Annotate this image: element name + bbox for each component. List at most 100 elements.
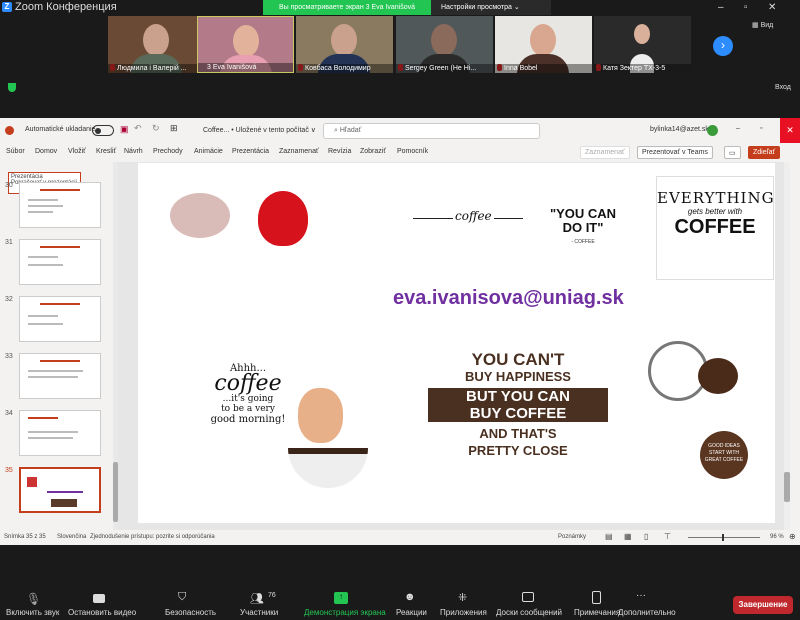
language[interactable]: Slovenčina [57,534,86,540]
more-icon[interactable]: ··· [636,590,646,601]
everything-text: EVERYTHING [657,189,775,207]
comments-icon[interactable]: ▭ [724,146,741,159]
maximize-icon[interactable]: ▫ [744,2,748,13]
fit-slide-icon[interactable]: ⊕ [789,532,796,541]
end-meeting-button[interactable]: Завершение [733,596,793,614]
share-button[interactable]: Zdieľať [748,146,781,159]
participant-name: Людмила і Валерій ... [108,64,205,73]
slide-thumbnail[interactable] [19,296,101,342]
slide-thumbnail[interactable] [19,353,101,399]
slide-count: Snímka 35 z 35 [4,534,46,540]
participant-tile[interactable]: Sergey Green (Не Hi... [396,16,493,73]
view-button[interactable]: ▦ Вид [752,21,773,29]
slide: coffee "YOU CAN DO IT" - COFFEE EVERYTHI… [138,163,775,523]
mic-button[interactable]: Включить звук [6,608,59,617]
ahhh-coffee-text: Ahhh... coffee ...it's going to be a ver… [203,363,293,425]
more-button[interactable]: Дополнительно [618,608,676,617]
slide-thumbnails: PrezentáciaPokračovať v prezentácii 30 3… [0,162,118,530]
participant-tile[interactable]: Людмила і Валерій ... [108,16,205,73]
participant-tile[interactable]: Катя Зектер ТХ-3-5 [594,16,691,73]
tab-record[interactable]: Zaznamenať [279,148,319,155]
zoom-slider[interactable] [688,534,760,541]
coffee-cup-illustration [288,448,368,488]
share-screen-button[interactable]: Демонстрация экрана [304,608,386,617]
share-screen-icon[interactable]: ↑ [334,592,348,604]
coffee-heartbeat-text: coffee [453,209,494,223]
apps-icon[interactable]: ⁜ [458,591,467,604]
slide-sorter-icon[interactable]: ▦ [624,532,632,541]
present-icon[interactable]: ⊞ [170,123,178,134]
notes-button[interactable]: Примечания [574,608,620,617]
everything-coffee-image: EVERYTHING gets better with COFFEE [656,176,774,280]
enter-button[interactable]: Вход [775,84,791,91]
mic-muted-icon[interactable]: 🎙︎ [26,592,41,606]
restore-icon[interactable]: ▫ [760,125,762,132]
powerpoint-window: Automatické ukladanie ▣ ↶ ↻ ⊞ Coffee... … [0,118,800,545]
tab-review[interactable]: Revízia [328,148,351,155]
video-camera-icon[interactable] [93,594,105,603]
minimize-icon[interactable]: – [718,2,724,13]
close-icon[interactable]: ✕ [768,2,776,13]
normal-view-icon[interactable]: ▤ [605,532,613,541]
participant-tile[interactable]: Inna Bobel [495,16,592,73]
reading-view-icon[interactable]: ▯ [644,532,648,541]
shield-icon[interactable] [8,83,16,92]
whiteboards-button[interactable]: Доски сообщений [496,608,562,617]
tab-slideshow[interactable]: Prezentácia [232,148,269,155]
slide-thumbnail[interactable] [19,239,101,285]
present-teams-button[interactable]: Prezentovať v Teams [637,146,713,159]
participant-name: Inna Bobel [495,64,592,73]
search-input[interactable]: ⌕ Hľadať [323,123,540,139]
participants-button[interactable]: Участники [240,608,278,617]
slideshow-view-icon[interactable]: ⊤ [664,532,671,541]
tab-animations[interactable]: Animácie [194,148,223,155]
accessibility-status[interactable]: Zjednodušenie prístupu: pozrite si odpor… [90,534,215,540]
redo-icon[interactable]: ↻ [152,123,160,134]
view-label: Вид [760,22,774,29]
video-button[interactable]: Остановить видео [68,608,136,617]
next-page-button[interactable]: › [713,36,733,56]
tab-home[interactable]: Domov [35,148,57,155]
autosave-toggle[interactable] [92,125,114,136]
account-email[interactable]: bylinka14@azet.sk [650,126,709,133]
tab-view[interactable]: Zobraziť [360,148,386,155]
tab-transitions[interactable]: Prechody [153,148,183,155]
canvas-scrollbar[interactable] [784,162,790,530]
tab-help[interactable]: Pomocník [397,148,428,155]
participant-tile[interactable]: 3 Eva Ivanišová [197,16,294,73]
email-text[interactable]: eva.ivanisova@uniag.sk [393,287,624,310]
apps-button[interactable]: Приложения [440,608,487,617]
participant-name: Ковбаса Володимир [296,64,393,73]
quote-line: AND THAT'S [479,426,557,441]
view-options-button[interactable]: Настройки просмотра ⌄ [431,0,551,15]
avatar[interactable] [707,125,718,136]
slide-thumbnail-active[interactable] [19,467,101,513]
brain-illustration [170,193,230,238]
autosave-label: Automatické ukladanie [25,126,96,133]
record-button[interactable]: Zaznamenať [580,146,630,159]
undo-icon[interactable]: ↶ [134,123,142,134]
reactions-icon[interactable]: ☻ [404,591,416,603]
minimize-icon[interactable]: – [736,125,740,132]
notes-button[interactable]: Poznámky [558,534,586,540]
slide-thumbnail[interactable] [19,182,101,228]
participants-icon[interactable]: 👥︎ [250,592,264,605]
tab-draw[interactable]: Kresliť [96,148,116,155]
tab-design[interactable]: Návrh [124,148,143,155]
quote-line: YOU CAN'T [471,350,565,369]
ahhh-coffee-word: coffee [214,371,282,396]
reactions-button[interactable]: Реакции [396,608,427,617]
tab-insert[interactable]: Vložiť [68,148,86,155]
file-name[interactable]: Coffee... • Uložené v tento počítač ∨ [203,126,316,134]
participant-tile[interactable]: Ковбаса Володимир [296,16,393,73]
close-icon[interactable]: ✕ [780,118,800,143]
tab-file[interactable]: Súbor [6,148,25,155]
slide-thumbnail[interactable] [19,410,101,456]
slide-number: 31 [5,239,13,246]
security-shield-icon[interactable]: ⛉ [178,591,186,604]
notes-icon[interactable] [592,591,601,604]
security-button[interactable]: Безопасность [165,608,216,617]
quote-line: BUT YOU CAN [428,388,608,405]
save-icon[interactable]: ▣ [120,124,129,135]
whiteboard-icon[interactable] [522,592,534,602]
